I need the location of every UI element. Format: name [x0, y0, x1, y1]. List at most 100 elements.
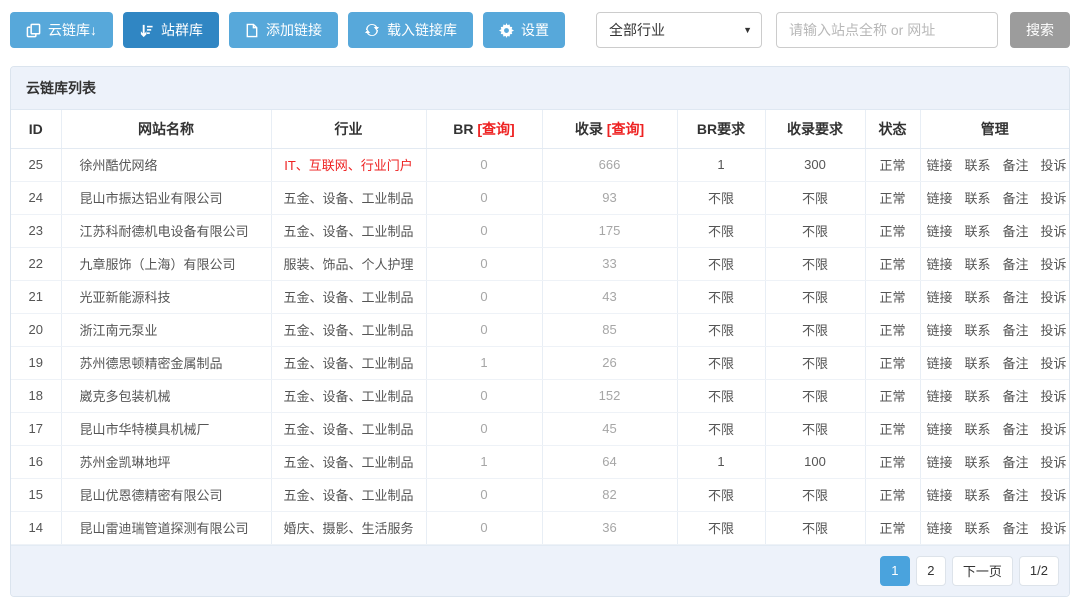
action-contact-link[interactable]: 联系 [965, 257, 991, 272]
industry-select[interactable]: 全部行业 [596, 12, 762, 48]
action-remark-link[interactable]: 备注 [1003, 521, 1029, 536]
action-remark-link[interactable]: 备注 [1003, 389, 1029, 404]
action-remark-link[interactable]: 备注 [1003, 257, 1029, 272]
header-index-label: 收录 [575, 121, 603, 137]
panel-title: 云链库列表 [11, 67, 1069, 110]
action-complaint-link[interactable]: 投诉 [1041, 389, 1067, 404]
cell-index-req: 不限 [765, 511, 865, 544]
action-link-link[interactable]: 链接 [927, 389, 953, 404]
action-remark-link[interactable]: 备注 [1003, 323, 1029, 338]
copy-icon [26, 23, 41, 38]
cell-id: 14 [11, 511, 61, 544]
action-complaint-link[interactable]: 投诉 [1041, 521, 1067, 536]
action-remark-link[interactable]: 备注 [1003, 422, 1029, 437]
cell-index-req: 不限 [765, 313, 865, 346]
action-complaint-link[interactable]: 投诉 [1041, 191, 1067, 206]
header-site-name: 网站名称 [61, 110, 271, 148]
pagination-next-button[interactable]: 下一页 [952, 556, 1013, 586]
action-contact-link[interactable]: 联系 [965, 191, 991, 206]
site-group-library-button[interactable]: 站群库 [123, 12, 219, 48]
action-complaint-link[interactable]: 投诉 [1041, 422, 1067, 437]
cell-manage: 链接联系备注投诉 [920, 313, 1069, 346]
cell-industry: 五金、设备、工业制品 [271, 379, 426, 412]
cell-id: 22 [11, 247, 61, 280]
action-contact-link[interactable]: 联系 [965, 290, 991, 305]
action-contact-link[interactable]: 联系 [965, 389, 991, 404]
cell-index: 82 [542, 478, 677, 511]
cell-id: 15 [11, 478, 61, 511]
action-contact-link[interactable]: 联系 [965, 488, 991, 503]
cell-status: 正常 [865, 181, 920, 214]
header-manage: 管理 [920, 110, 1069, 148]
toolbar: 云链库↓ 站群库 添加链接 载入链接库 [0, 0, 1080, 50]
table-row: 15 昆山优恩德精密有限公司 五金、设备、工业制品 0 82 不限 不限 正常 … [11, 478, 1069, 511]
action-link-link[interactable]: 链接 [927, 488, 953, 503]
action-remark-link[interactable]: 备注 [1003, 191, 1029, 206]
action-link-link[interactable]: 链接 [927, 455, 953, 470]
action-contact-link[interactable]: 联系 [965, 356, 991, 371]
cell-br: 0 [426, 313, 542, 346]
cell-id: 18 [11, 379, 61, 412]
search-input[interactable] [776, 12, 998, 48]
cell-br: 0 [426, 280, 542, 313]
action-link-link[interactable]: 链接 [927, 224, 953, 239]
action-contact-link[interactable]: 联系 [965, 224, 991, 239]
action-complaint-link[interactable]: 投诉 [1041, 356, 1067, 371]
cell-site-name: 昆山市华特模具机械厂 [61, 412, 271, 445]
cell-br-req: 不限 [677, 412, 765, 445]
action-contact-link[interactable]: 联系 [965, 521, 991, 536]
action-remark-link[interactable]: 备注 [1003, 488, 1029, 503]
header-br: BR [查询] [426, 110, 542, 148]
action-link-link[interactable]: 链接 [927, 521, 953, 536]
cell-br-req: 不限 [677, 478, 765, 511]
action-complaint-link[interactable]: 投诉 [1041, 257, 1067, 272]
action-complaint-link[interactable]: 投诉 [1041, 158, 1067, 173]
cell-index-req: 不限 [765, 247, 865, 280]
search-button[interactable]: 搜索 [1010, 12, 1070, 48]
action-link-link[interactable]: 链接 [927, 323, 953, 338]
cell-index-req: 300 [765, 148, 865, 181]
cell-status: 正常 [865, 346, 920, 379]
action-remark-link[interactable]: 备注 [1003, 455, 1029, 470]
action-complaint-link[interactable]: 投诉 [1041, 224, 1067, 239]
cloud-link-library-button[interactable]: 云链库↓ [10, 12, 113, 48]
cell-br: 0 [426, 214, 542, 247]
settings-button[interactable]: 设置 [483, 12, 565, 48]
pagination-page-1[interactable]: 1 [880, 556, 910, 586]
br-query-link[interactable]: [查询] [477, 121, 514, 137]
action-link-link[interactable]: 链接 [927, 290, 953, 305]
action-complaint-link[interactable]: 投诉 [1041, 323, 1067, 338]
cell-index-req: 不限 [765, 379, 865, 412]
add-link-button[interactable]: 添加链接 [229, 12, 338, 48]
action-remark-link[interactable]: 备注 [1003, 158, 1029, 173]
action-remark-link[interactable]: 备注 [1003, 290, 1029, 305]
cell-br-req: 不限 [677, 313, 765, 346]
action-link-link[interactable]: 链接 [927, 356, 953, 371]
load-link-library-button[interactable]: 载入链接库 [348, 12, 473, 48]
action-remark-link[interactable]: 备注 [1003, 224, 1029, 239]
cell-index: 36 [542, 511, 677, 544]
action-remark-link[interactable]: 备注 [1003, 356, 1029, 371]
action-complaint-link[interactable]: 投诉 [1041, 488, 1067, 503]
action-link-link[interactable]: 链接 [927, 158, 953, 173]
cell-br: 0 [426, 148, 542, 181]
action-link-link[interactable]: 链接 [927, 422, 953, 437]
table-row: 21 光亚新能源科技 五金、设备、工业制品 0 43 不限 不限 正常 链接联系… [11, 280, 1069, 313]
action-link-link[interactable]: 链接 [927, 191, 953, 206]
action-contact-link[interactable]: 联系 [965, 323, 991, 338]
action-contact-link[interactable]: 联系 [965, 455, 991, 470]
pagination-page-2[interactable]: 2 [916, 556, 946, 586]
add-link-label: 添加链接 [266, 20, 322, 40]
cell-index: 85 [542, 313, 677, 346]
index-query-link[interactable]: [查询] [607, 121, 644, 137]
cell-status: 正常 [865, 478, 920, 511]
table-row: 17 昆山市华特模具机械厂 五金、设备、工业制品 0 45 不限 不限 正常 链… [11, 412, 1069, 445]
action-complaint-link[interactable]: 投诉 [1041, 455, 1067, 470]
cell-site-name: 苏州德思顿精密金属制品 [61, 346, 271, 379]
action-complaint-link[interactable]: 投诉 [1041, 290, 1067, 305]
action-link-link[interactable]: 链接 [927, 257, 953, 272]
action-contact-link[interactable]: 联系 [965, 158, 991, 173]
cell-industry: 五金、设备、工业制品 [271, 214, 426, 247]
table-row: 22 九章服饰（上海）有限公司 服装、饰品、个人护理 0 33 不限 不限 正常… [11, 247, 1069, 280]
action-contact-link[interactable]: 联系 [965, 422, 991, 437]
